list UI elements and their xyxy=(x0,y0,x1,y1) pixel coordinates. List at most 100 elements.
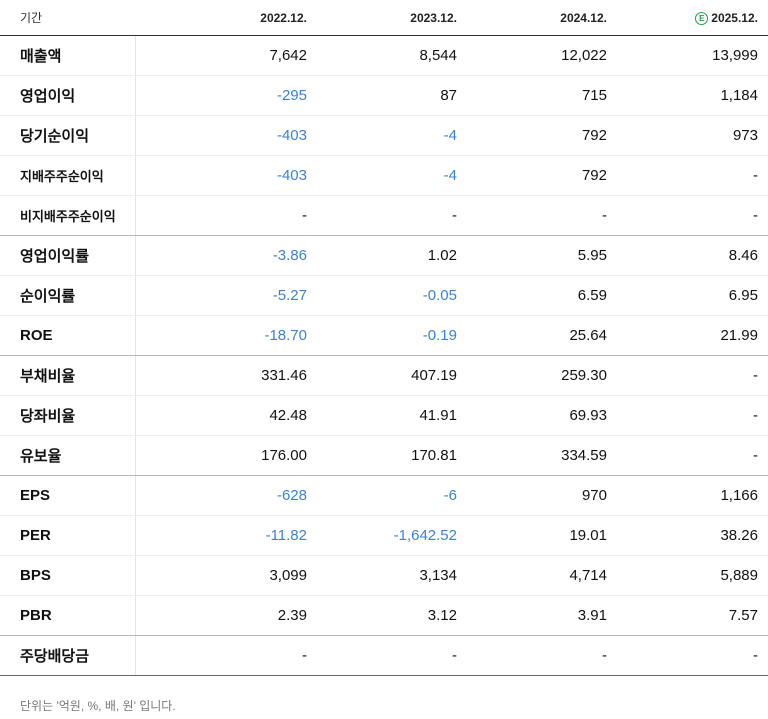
table-cell: -5.27 xyxy=(135,275,317,316)
table-cell: -11.82 xyxy=(135,515,317,556)
row-label: 매출액 xyxy=(0,35,136,76)
table-cell: - xyxy=(317,195,467,236)
table-cell: -1,642.52 xyxy=(317,515,467,556)
table-cell: 7.57 xyxy=(617,595,768,636)
table-cell: 1,184 xyxy=(617,75,768,116)
unit-footnote: 단위는 '억원, %, 배, 원' 입니다. xyxy=(20,699,176,713)
column-header: 2023.12. xyxy=(317,0,467,36)
table-cell: 259.30 xyxy=(467,355,617,396)
table-row: 당기순이익 -403 -4 792 973 xyxy=(0,115,768,156)
table-cell: -18.70 xyxy=(135,315,317,356)
table-cell: - xyxy=(467,635,617,676)
row-label: PBR xyxy=(0,595,136,636)
table-cell: 1.02 xyxy=(317,235,467,276)
table-cell: 715 xyxy=(467,75,617,116)
table-row: 지배주주순이익 -403 -4 792- xyxy=(0,155,768,196)
table-cell: 42.48 xyxy=(135,395,317,436)
row-label: 영업이익 xyxy=(0,75,136,116)
table-cell: 973 xyxy=(617,115,768,156)
table-cell: 3,134 xyxy=(317,555,467,596)
row-label: ROE xyxy=(0,315,136,356)
table-row: 영업이익 -295 87 715 1,184 xyxy=(0,75,768,116)
table-cell: - xyxy=(135,195,317,236)
table-row: 영업이익률 -3.86 1.02 5.95 8.46 xyxy=(0,235,768,276)
row-label: 비지배주주순이익 xyxy=(0,195,136,236)
table-cell: 3.12 xyxy=(317,595,467,636)
table-cell: 970 xyxy=(467,475,617,516)
table-cell: 170.81 xyxy=(317,435,467,476)
row-label: 주당배당금 xyxy=(0,635,136,676)
row-label: EPS xyxy=(0,475,136,516)
table-cell: 25.64 xyxy=(467,315,617,356)
table-row: ROE -18.70 -0.19 25.64 21.99 xyxy=(0,315,768,356)
table-cell: -628 xyxy=(135,475,317,516)
table-cell: - xyxy=(467,195,617,236)
table-cell: 7,642 xyxy=(135,35,317,76)
table-cell: 792 xyxy=(467,155,617,196)
table-cell: 176.00 xyxy=(135,435,317,476)
row-label: 지배주주순이익 xyxy=(0,155,136,196)
table-cell: 19.01 xyxy=(467,515,617,556)
estimate-icon: E xyxy=(695,11,709,25)
table-row: 당좌비율 42.48 41.91 69.93- xyxy=(0,395,768,436)
column-header-label: 2025.12. xyxy=(711,11,758,26)
row-label: 유보율 xyxy=(0,435,136,476)
table-cell: 12,022 xyxy=(467,35,617,76)
row-label: PER xyxy=(0,515,136,556)
table-cell: 6.95 xyxy=(617,275,768,316)
table-cell: 3,099 xyxy=(135,555,317,596)
table-cell: 8.46 xyxy=(617,235,768,276)
table-row: BPS 3,099 3,134 4,714 5,889 xyxy=(0,555,768,596)
column-header-estimate: E 2025.12. xyxy=(617,0,768,36)
column-header: 2022.12. xyxy=(135,0,317,36)
table-cell: - xyxy=(617,395,768,436)
row-label: 순이익률 xyxy=(0,275,136,316)
table-cell: 87 xyxy=(317,75,467,116)
header-row: 기간 2022.12. 2023.12. 2024.12. E 2025.12. xyxy=(0,0,768,36)
table-row: 부채비율 331.46 407.19 259.30- xyxy=(0,355,768,396)
table-row: EPS -628 -6 970 1,166 xyxy=(0,475,768,516)
table-cell: 13,999 xyxy=(617,35,768,76)
table-row: 비지배주주순이익 - - - - xyxy=(0,195,768,236)
row-label: 당좌비율 xyxy=(0,395,136,436)
table-cell: 69.93 xyxy=(467,395,617,436)
row-label: 당기순이익 xyxy=(0,115,136,156)
table-cell: 21.99 xyxy=(617,315,768,356)
table-cell: 331.46 xyxy=(135,355,317,396)
table-cell: 8,544 xyxy=(317,35,467,76)
table-row: 유보율 176.00 170.81 334.59- xyxy=(0,435,768,476)
row-label: 영업이익률 xyxy=(0,235,136,276)
table-cell: 5,889 xyxy=(617,555,768,596)
table-cell: -0.19 xyxy=(317,315,467,356)
table-cell: -6 xyxy=(317,475,467,516)
table-cell: -0.05 xyxy=(317,275,467,316)
table-cell: - xyxy=(617,155,768,196)
table-cell: 41.91 xyxy=(317,395,467,436)
table-cell: - xyxy=(317,635,467,676)
table-cell: - xyxy=(617,435,768,476)
table-cell: -295 xyxy=(135,75,317,116)
table-cell: 5.95 xyxy=(467,235,617,276)
financial-summary: 기간 2022.12. 2023.12. 2024.12. E 2025.12.… xyxy=(0,0,768,713)
table-cell: -403 xyxy=(135,155,317,196)
table-cell: 3.91 xyxy=(467,595,617,636)
row-label: 부채비율 xyxy=(0,355,136,396)
table-cell: -3.86 xyxy=(135,235,317,276)
table-row: PER -11.82 -1,642.52 19.01 38.26 xyxy=(0,515,768,556)
table-cell: - xyxy=(617,635,768,676)
table-cell: 334.59 xyxy=(467,435,617,476)
table-cell: - xyxy=(135,635,317,676)
financial-table: 기간 2022.12. 2023.12. 2024.12. E 2025.12.… xyxy=(0,0,768,676)
table-cell: -4 xyxy=(317,155,467,196)
table-cell: -403 xyxy=(135,115,317,156)
table-row: 매출액 7,642 8,544 12,022 13,999 xyxy=(0,35,768,76)
table-row: 순이익률 -5.27 -0.05 6.59 6.95 xyxy=(0,275,768,316)
table-cell: 4,714 xyxy=(467,555,617,596)
table-cell: -4 xyxy=(317,115,467,156)
table-cell: 407.19 xyxy=(317,355,467,396)
column-header: 2024.12. xyxy=(467,0,617,36)
table-row: 주당배당금 - - - - xyxy=(0,635,768,676)
table-cell: - xyxy=(617,355,768,396)
table-cell: 792 xyxy=(467,115,617,156)
row-label: BPS xyxy=(0,555,136,596)
